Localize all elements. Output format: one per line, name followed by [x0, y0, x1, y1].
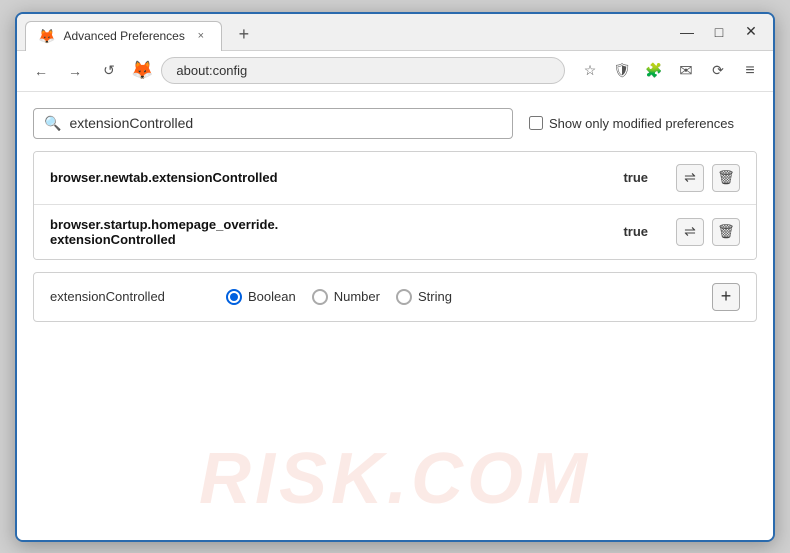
toggle-button-2[interactable]: ⇌ [676, 218, 704, 246]
shield-icon[interactable]: 🛡 [609, 58, 635, 84]
show-modified-label: Show only modified preferences [549, 116, 734, 131]
boolean-label: Boolean [248, 289, 296, 304]
address-text: about:config [176, 63, 247, 78]
add-preference-row: extensionControlled Boolean Number Strin… [33, 272, 757, 322]
show-modified-container: Show only modified preferences [529, 116, 734, 131]
number-radio[interactable]: Number [312, 289, 380, 305]
add-preference-button[interactable]: + [712, 283, 740, 311]
new-tab-button[interactable]: + [230, 21, 258, 49]
delete-button-2[interactable]: 🗑 [712, 218, 740, 246]
account-icon[interactable]: ✉ [673, 58, 699, 84]
window-controls: — □ ✕ [673, 20, 765, 50]
sync-icon[interactable]: ⟳ [705, 58, 731, 84]
boolean-radio-circle [226, 289, 242, 305]
address-bar[interactable]: about:config [161, 57, 565, 84]
menu-icon[interactable]: ≡ [737, 58, 763, 84]
type-radio-group: Boolean Number String [226, 289, 696, 305]
browser-window: 🦊 Advanced Preferences × + — □ ✕ ← → ↺ 🦊… [15, 12, 775, 542]
toolbar-icons: ☆ 🛡 🧩 ✉ ⟳ ≡ [577, 58, 763, 84]
table-row: browser.newtab.extensionControlled true … [34, 152, 756, 205]
number-label: Number [334, 289, 380, 304]
firefox-icon: 🦊 [131, 60, 153, 81]
pref-value-2: true [623, 224, 648, 239]
string-radio[interactable]: String [396, 289, 452, 305]
watermark: RISK.COM [199, 438, 591, 520]
search-icon: 🔍 [44, 115, 61, 132]
new-pref-name: extensionControlled [50, 289, 210, 304]
pref-name-2-line2: extensionControlled [50, 232, 176, 247]
pref-name-1: browser.newtab.extensionControlled [50, 170, 611, 185]
maximize-button[interactable]: □ [705, 20, 733, 44]
search-input[interactable] [69, 115, 502, 131]
results-table: browser.newtab.extensionControlled true … [33, 151, 757, 260]
bookmark-icon[interactable]: ☆ [577, 58, 603, 84]
minimize-button[interactable]: — [673, 20, 701, 44]
extension-icon[interactable]: 🧩 [641, 58, 667, 84]
content-area: RISK.COM 🔍 Show only modified preference… [17, 92, 773, 540]
delete-button-1[interactable]: 🗑 [712, 164, 740, 192]
pref-name-2-line1: browser.startup.homepage_override. [50, 217, 278, 232]
string-label: String [418, 289, 452, 304]
number-radio-circle [312, 289, 328, 305]
nav-bar: ← → ↺ 🦊 about:config ☆ 🛡 🧩 ✉ ⟳ ≡ [17, 51, 773, 92]
row-actions-2: ⇌ 🗑 [676, 218, 740, 246]
table-row: browser.startup.homepage_override. exten… [34, 205, 756, 259]
tab-title: Advanced Preferences [63, 29, 184, 43]
pref-value-1: true [623, 170, 648, 185]
string-radio-circle [396, 289, 412, 305]
back-button[interactable]: ← [27, 57, 55, 85]
boolean-radio[interactable]: Boolean [226, 289, 296, 305]
show-modified-checkbox[interactable] [529, 116, 543, 130]
active-tab[interactable]: 🦊 Advanced Preferences × [25, 21, 222, 51]
tab-favicon: 🦊 [38, 28, 55, 45]
row-actions-1: ⇌ 🗑 [676, 164, 740, 192]
refresh-button[interactable]: ↺ [95, 57, 123, 85]
preference-search-box[interactable]: 🔍 [33, 108, 513, 139]
forward-button[interactable]: → [61, 57, 89, 85]
tab-close-button[interactable]: × [193, 28, 209, 44]
search-container: 🔍 Show only modified preferences [33, 108, 757, 139]
title-bar: 🦊 Advanced Preferences × + — □ ✕ [17, 14, 773, 51]
pref-name-2: browser.startup.homepage_override. exten… [50, 217, 611, 247]
toggle-button-1[interactable]: ⇌ [676, 164, 704, 192]
close-button[interactable]: ✕ [737, 20, 765, 44]
